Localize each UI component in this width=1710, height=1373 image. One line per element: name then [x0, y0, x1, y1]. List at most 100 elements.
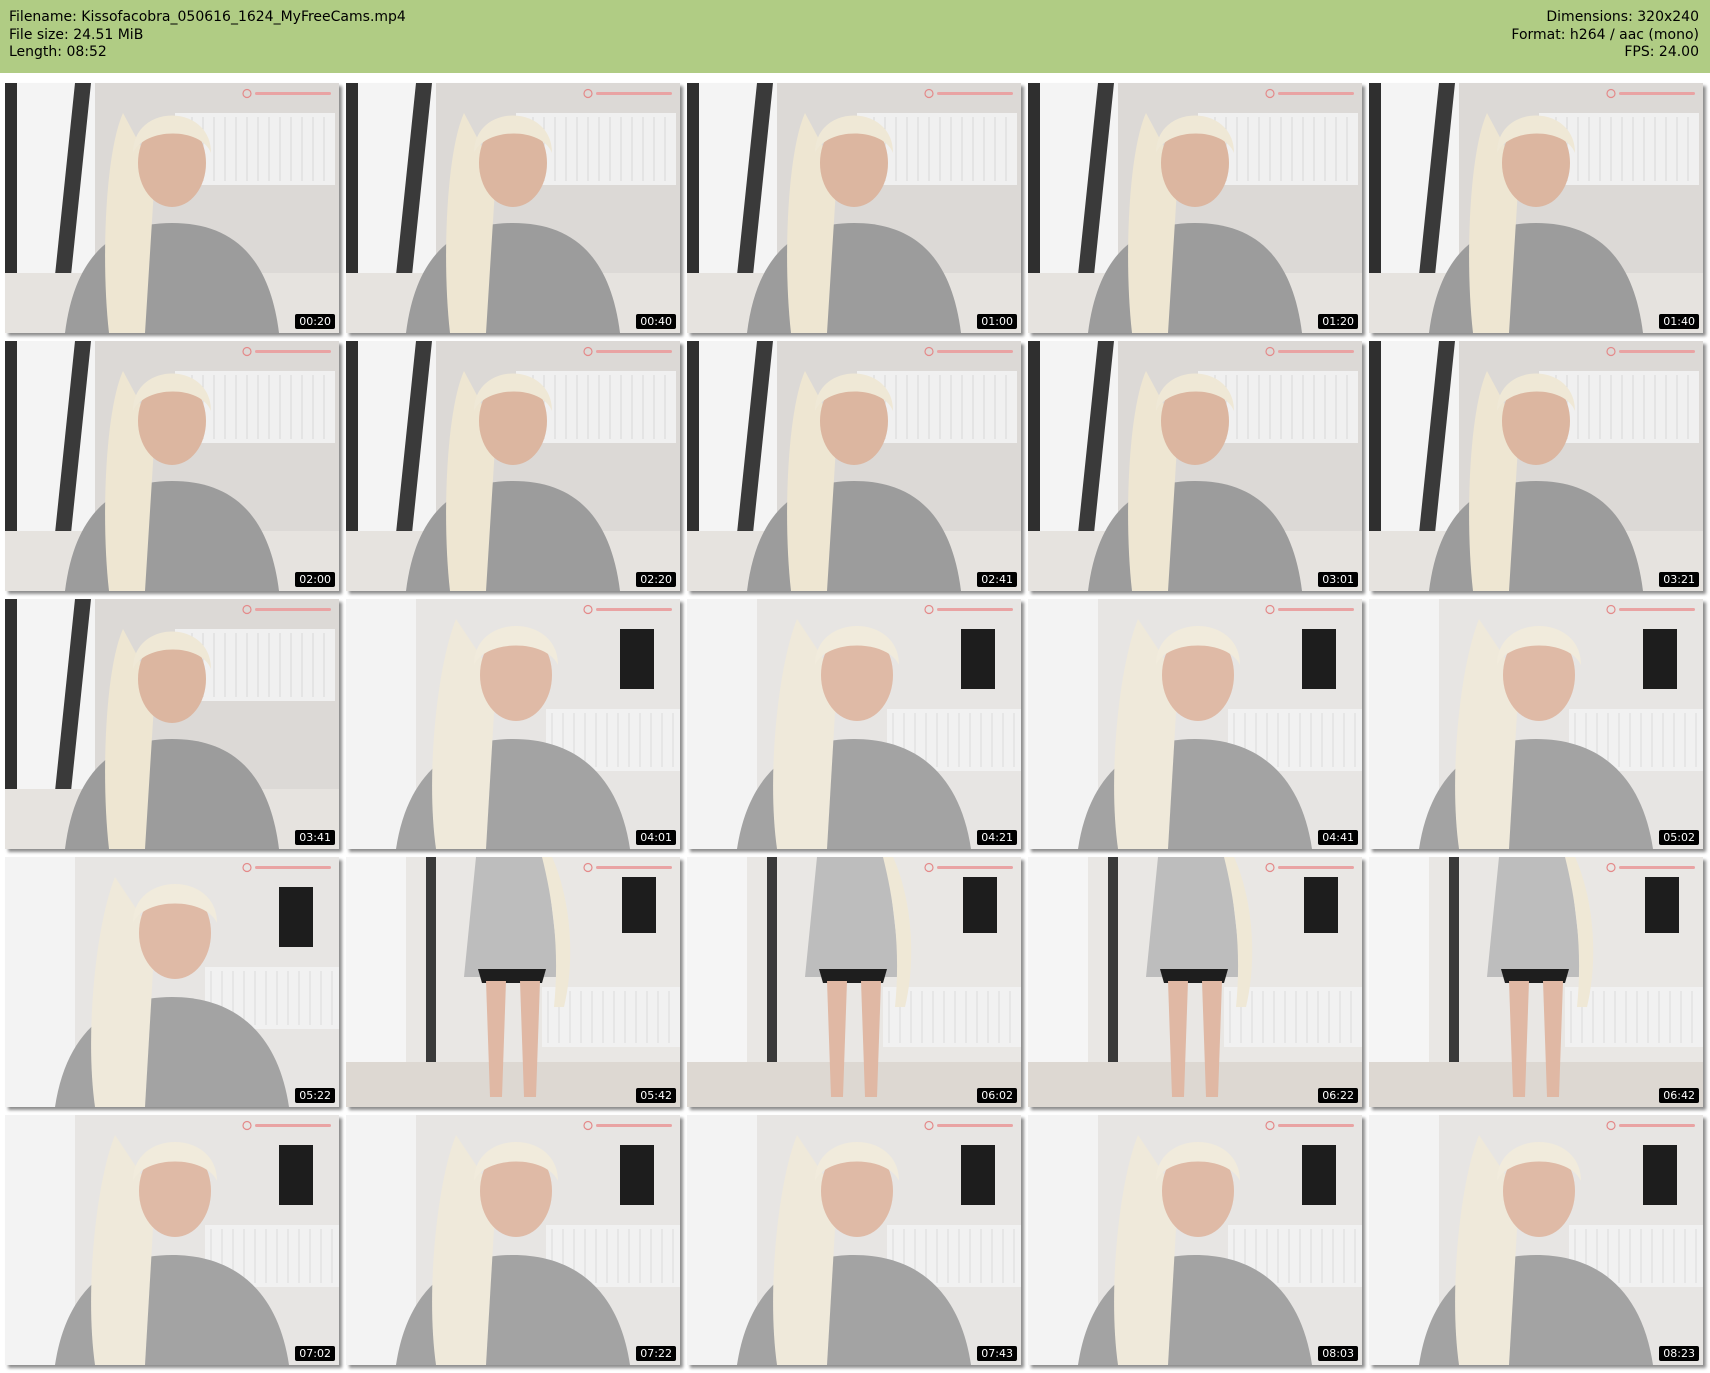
frame-timestamp: 01:20 [1318, 314, 1358, 329]
frame-image [346, 599, 680, 849]
thumbnail-grid: 00:20 00:40 01:00 01:20 01:40 02:00 02:20 02:41… [5, 83, 1703, 1365]
fps-text: FPS: 24.00 [1624, 44, 1699, 60]
video-frame-thumbnail: 06:22 [1028, 857, 1362, 1107]
frame-image [346, 341, 680, 591]
watermark-logo [1265, 604, 1354, 615]
video-frame-thumbnail: 06:02 [687, 857, 1021, 1107]
frame-timestamp: 08:03 [1318, 1346, 1358, 1361]
frame-timestamp: 04:21 [977, 830, 1017, 845]
watermark-logo [583, 1120, 672, 1131]
watermark-logo [924, 604, 1013, 615]
frame-image [5, 83, 339, 333]
frame-image [5, 341, 339, 591]
watermark-logo [242, 88, 331, 99]
frame-image [1369, 341, 1703, 591]
frame-image [687, 1115, 1021, 1365]
frame-timestamp: 03:01 [1318, 572, 1358, 587]
video-frame-thumbnail: 00:40 [346, 83, 680, 333]
watermark-logo [1606, 1120, 1695, 1131]
video-frame-thumbnail: 02:20 [346, 341, 680, 591]
frame-image [1369, 1115, 1703, 1365]
watermark-logo [1265, 346, 1354, 357]
frame-timestamp: 01:40 [1659, 314, 1699, 329]
frame-timestamp: 07:22 [636, 1346, 676, 1361]
frame-image [5, 599, 339, 849]
frame-image [1028, 83, 1362, 333]
length-text: Length: 08:52 [9, 44, 107, 60]
dimensions-text: Dimensions: 320x240 [1546, 9, 1699, 25]
file-info-left: Filename: Kissofacobra_050616_1624_MyFre… [9, 9, 406, 62]
frame-image [1028, 1115, 1362, 1365]
video-frame-thumbnail: 08:23 [1369, 1115, 1703, 1365]
watermark-logo [1265, 88, 1354, 99]
watermark-logo [242, 604, 331, 615]
video-frame-thumbnail: 03:41 [5, 599, 339, 849]
watermark-logo [583, 88, 672, 99]
video-frame-thumbnail: 01:20 [1028, 83, 1362, 333]
frame-image [1369, 599, 1703, 849]
frame-timestamp: 06:02 [977, 1088, 1017, 1103]
watermark-logo [924, 862, 1013, 873]
frame-timestamp: 04:41 [1318, 830, 1358, 845]
watermark-logo [924, 88, 1013, 99]
frame-image [346, 1115, 680, 1365]
video-frame-thumbnail: 03:21 [1369, 341, 1703, 591]
video-frame-thumbnail: 01:40 [1369, 83, 1703, 333]
format-text: Format: h264 / aac (mono) [1511, 26, 1699, 43]
video-frame-thumbnail: 05:42 [346, 857, 680, 1107]
video-frame-thumbnail: 03:01 [1028, 341, 1362, 591]
frame-timestamp: 01:00 [977, 314, 1017, 329]
frame-timestamp: 05:42 [636, 1088, 676, 1103]
video-frame-thumbnail: 02:41 [687, 341, 1021, 591]
watermark-logo [1606, 346, 1695, 357]
watermark-logo [1265, 1120, 1354, 1131]
video-frame-thumbnail: 01:00 [687, 83, 1021, 333]
frame-timestamp: 02:41 [977, 572, 1017, 587]
video-frame-thumbnail: 05:02 [1369, 599, 1703, 849]
frame-timestamp: 00:40 [636, 314, 676, 329]
frame-timestamp: 07:43 [977, 1346, 1017, 1361]
frame-image [687, 341, 1021, 591]
video-frame-thumbnail: 08:03 [1028, 1115, 1362, 1365]
watermark-logo [242, 346, 331, 357]
video-frame-thumbnail: 00:20 [5, 83, 339, 333]
watermark-logo [1265, 862, 1354, 873]
frame-image [1369, 83, 1703, 333]
frame-timestamp: 07:02 [295, 1346, 335, 1361]
frame-image [346, 857, 680, 1107]
file-info-right: Dimensions: 320x240 Format: h264 / aac (… [1511, 9, 1699, 62]
frame-timestamp: 05:22 [295, 1088, 335, 1103]
frame-timestamp: 00:20 [295, 314, 335, 329]
watermark-logo [1606, 862, 1695, 873]
frame-timestamp: 06:22 [1318, 1088, 1358, 1103]
frame-image [687, 857, 1021, 1107]
frame-timestamp: 02:20 [636, 572, 676, 587]
video-frame-thumbnail: 07:02 [5, 1115, 339, 1365]
video-frame-thumbnail: 07:43 [687, 1115, 1021, 1365]
frame-image [5, 1115, 339, 1365]
frame-image [5, 857, 339, 1107]
watermark-logo [1606, 604, 1695, 615]
frame-image [687, 599, 1021, 849]
watermark-logo [242, 1120, 331, 1131]
file-size-text: File size: 24.51 MiB [9, 26, 144, 43]
frame-timestamp: 06:42 [1659, 1088, 1699, 1103]
frame-image [1028, 857, 1362, 1107]
video-frame-thumbnail: 07:22 [346, 1115, 680, 1365]
video-frame-thumbnail: 06:42 [1369, 857, 1703, 1107]
watermark-logo [924, 346, 1013, 357]
frame-timestamp: 03:21 [1659, 572, 1699, 587]
watermark-logo [924, 1120, 1013, 1131]
frame-timestamp: 08:23 [1659, 1346, 1699, 1361]
video-frame-thumbnail: 02:00 [5, 341, 339, 591]
watermark-logo [583, 862, 672, 873]
frame-image [687, 83, 1021, 333]
watermark-logo [1606, 88, 1695, 99]
watermark-logo [583, 604, 672, 615]
video-frame-thumbnail: 04:01 [346, 599, 680, 849]
watermark-logo [583, 346, 672, 357]
frame-image [1028, 599, 1362, 849]
video-frame-thumbnail: 04:21 [687, 599, 1021, 849]
video-frame-thumbnail: 05:22 [5, 857, 339, 1107]
video-frame-thumbnail: 04:41 [1028, 599, 1362, 849]
